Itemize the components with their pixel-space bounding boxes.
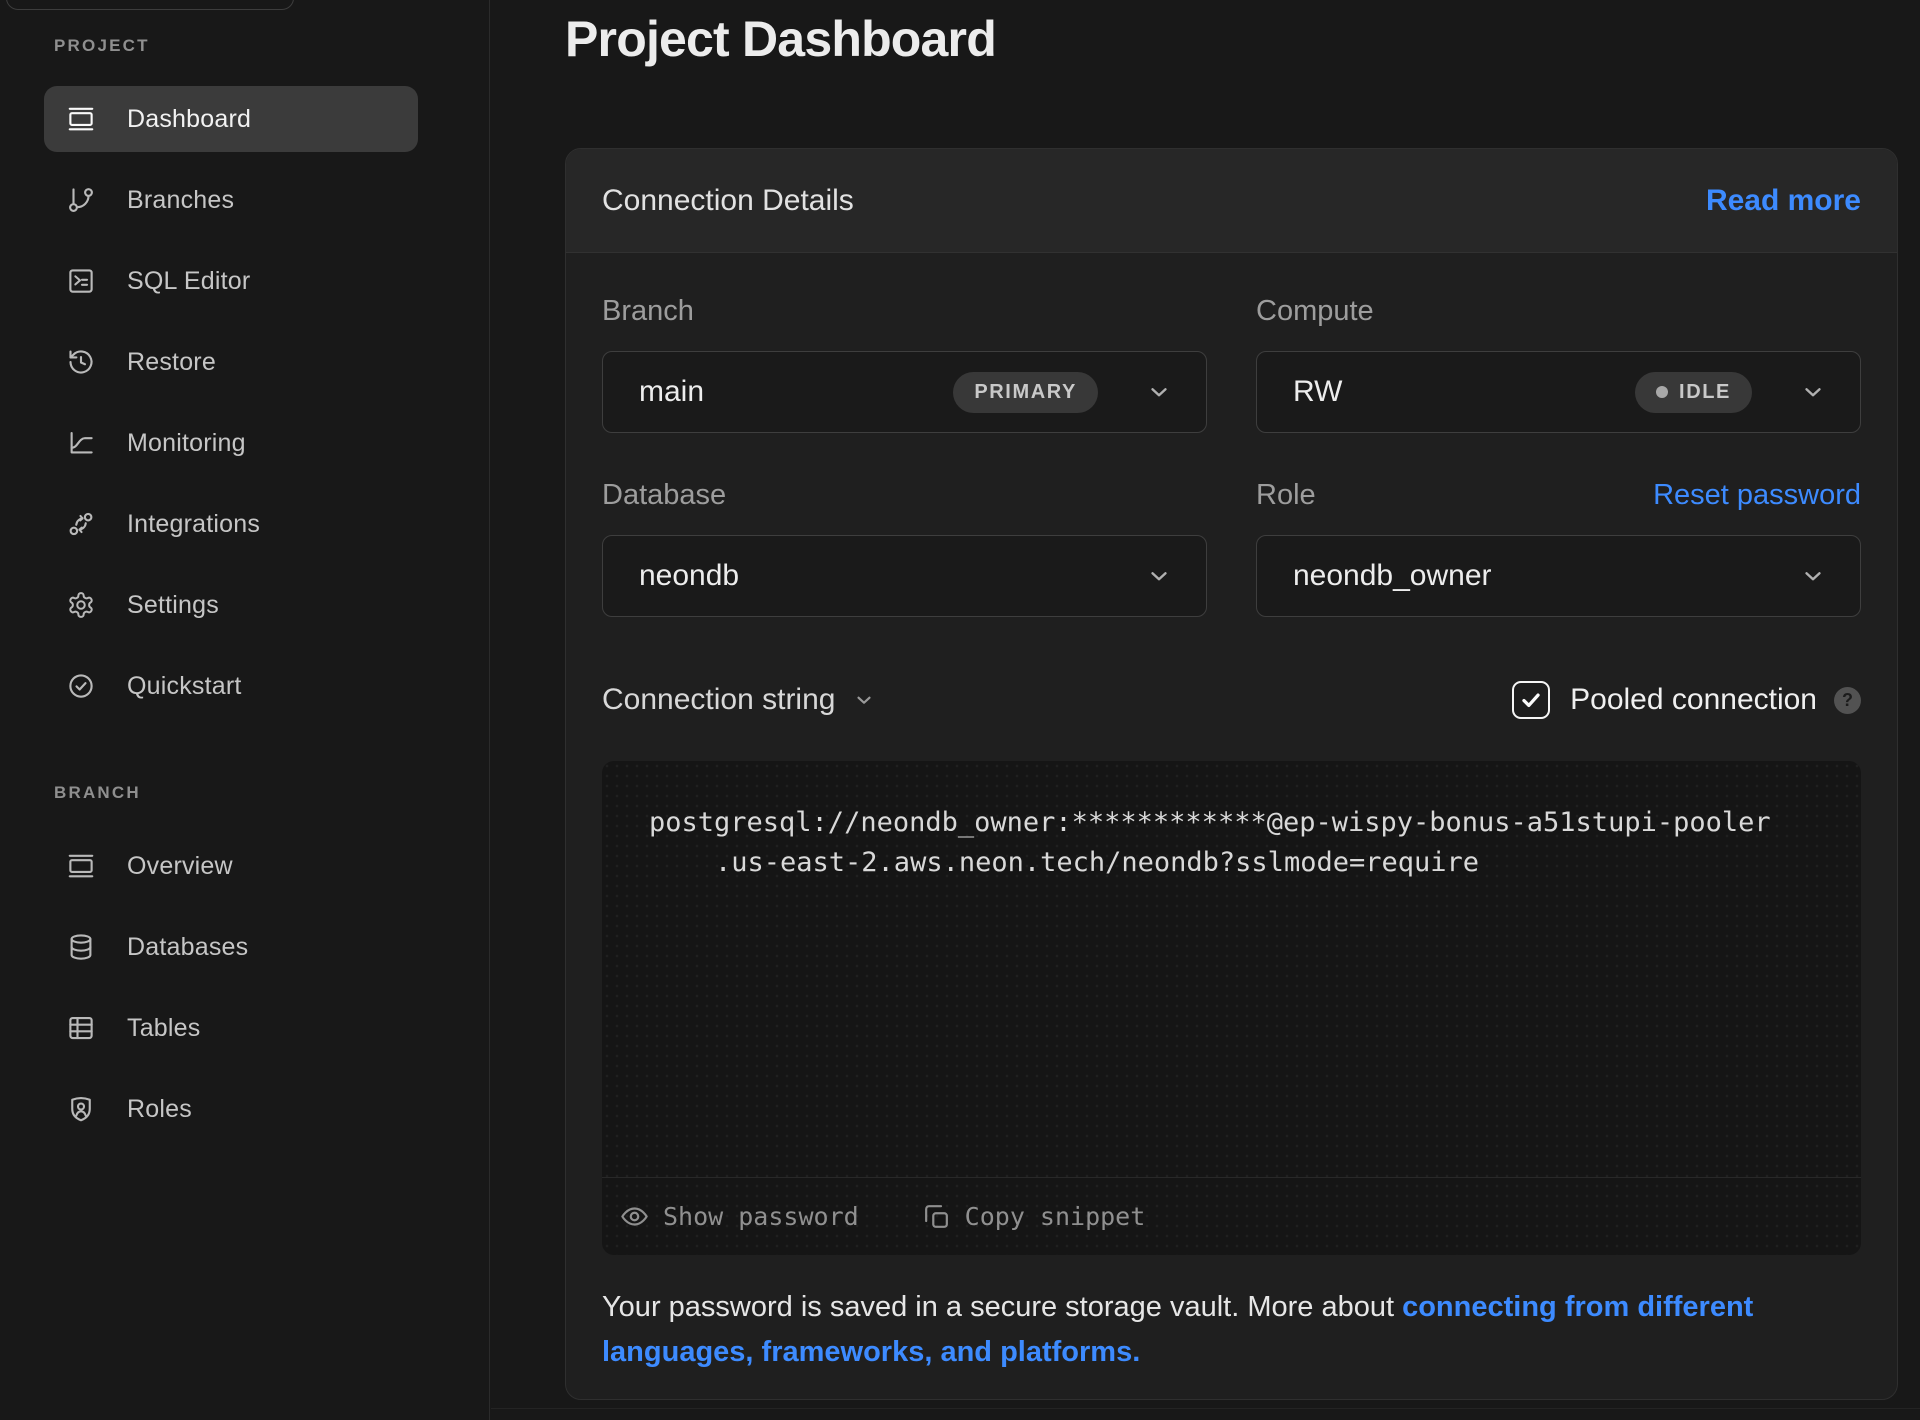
settings-icon (66, 590, 96, 620)
sidebar-item-label: Dashboard (127, 105, 251, 134)
branch-select[interactable]: main PRIMARY (602, 351, 1207, 433)
chevron-down-icon (1800, 379, 1826, 405)
monitoring-icon (66, 428, 96, 458)
sidebar-item-settings[interactable]: Settings (44, 572, 418, 638)
code-line-2: .us-east-2.aws.neon.tech/neondb?sslmode=… (649, 847, 1479, 878)
sidebar-item-label: Overview (127, 852, 233, 881)
restore-icon (66, 347, 96, 377)
copy-icon (921, 1201, 952, 1232)
database-label: Database (602, 479, 726, 512)
note-text: Your password is saved in a secure stora… (602, 1291, 1402, 1323)
primary-badge: PRIMARY (953, 372, 1098, 413)
sidebar-item-monitoring[interactable]: Monitoring (44, 410, 418, 476)
quickstart-icon (66, 671, 96, 701)
sidebar-item-label: Settings (127, 591, 219, 620)
role-select[interactable]: neondb_owner (1256, 535, 1861, 617)
sidebar-item-label: Quickstart (127, 672, 242, 701)
compute-value: RW (1293, 375, 1342, 409)
code-line-1: postgresql://neondb_owner:************@e… (649, 807, 1771, 838)
database-select[interactable]: neondb (602, 535, 1207, 617)
compute-label: Compute (1256, 295, 1374, 328)
project-selector-partial[interactable] (6, 0, 294, 10)
idle-badge: IDLE (1635, 372, 1752, 413)
integrations-icon (66, 509, 96, 539)
sidebar-item-roles[interactable]: Roles (44, 1076, 418, 1142)
sidebar-item-label: SQL Editor (127, 267, 250, 296)
connection-string-dropdown[interactable]: Connection string (602, 683, 875, 717)
compute-select[interactable]: RW IDLE (1256, 351, 1861, 433)
sidebar-item-label: Tables (127, 1014, 200, 1043)
help-icon[interactable]: ? (1834, 687, 1861, 714)
sidebar-item-sql-editor[interactable]: SQL Editor (44, 248, 418, 314)
pooled-connection-checkbox[interactable] (1512, 681, 1550, 719)
overview-icon (66, 851, 96, 881)
sidebar-item-label: Roles (127, 1095, 192, 1124)
sidebar-item-branches[interactable]: Branches (44, 167, 418, 233)
sidebar-item-label: Databases (127, 933, 248, 962)
role-field: Role Reset password neondb_owner (1256, 477, 1861, 617)
sidebar-item-label: Branches (127, 186, 234, 215)
chevron-down-icon (1146, 563, 1172, 589)
sidebar-item-label: Monitoring (127, 429, 246, 458)
bottom-divider (491, 1408, 1920, 1409)
sidebar-item-tables[interactable]: Tables (44, 995, 418, 1061)
connection-string-code-block: postgresql://neondb_owner:************@e… (602, 761, 1861, 1255)
sidebar-section-project: PROJECT (54, 36, 489, 56)
sidebar-section-branch: BRANCH (54, 783, 489, 803)
card-body: Branch main PRIMARY Compute (566, 253, 1897, 1375)
field-grid: Branch main PRIMARY Compute (602, 293, 1861, 617)
sidebar-item-label: Integrations (127, 510, 260, 539)
compute-field: Compute RW IDLE (1256, 293, 1861, 433)
databases-icon (66, 932, 96, 962)
dashboard-icon (66, 104, 96, 134)
chevron-down-icon (1800, 563, 1826, 589)
sidebar-item-overview[interactable]: Overview (44, 833, 418, 899)
card-header: Connection Details Read more (566, 149, 1897, 253)
main-content: Project Dashboard Connection Details Rea… (491, 0, 1920, 1420)
branches-icon (66, 185, 96, 215)
branch-label: Branch (602, 295, 694, 328)
eye-icon (619, 1201, 650, 1232)
database-value: neondb (639, 559, 739, 593)
chevron-down-icon (1146, 379, 1172, 405)
sidebar-item-databases[interactable]: Databases (44, 914, 418, 980)
pooled-connection-label: Pooled connection (1570, 683, 1817, 717)
sidebar-item-dashboard[interactable]: Dashboard (44, 86, 418, 152)
sidebar-item-integrations[interactable]: Integrations (44, 491, 418, 557)
branch-value: main (639, 375, 704, 409)
note-link-line1[interactable]: connecting from different (1402, 1291, 1753, 1323)
code-toolbar: Show password Copy snippet (602, 1177, 1861, 1255)
reset-password-link[interactable]: Reset password (1653, 479, 1861, 512)
password-vault-note: Your password is saved in a secure stora… (602, 1285, 1861, 1375)
copy-snippet-button[interactable]: Copy snippet (921, 1201, 1146, 1232)
connection-string-value: postgresql://neondb_owner:************@e… (602, 761, 1861, 883)
database-field: Database neondb (602, 477, 1207, 617)
sidebar-item-label: Restore (127, 348, 216, 377)
branch-field: Branch main PRIMARY (602, 293, 1207, 433)
show-password-button[interactable]: Show password (619, 1201, 859, 1232)
note-link-line2[interactable]: languages, frameworks, and platforms. (602, 1336, 1140, 1368)
connection-string-label: Connection string (602, 683, 835, 717)
connection-string-row: Connection string Pooled connection ? (602, 681, 1861, 719)
sidebar-item-quickstart[interactable]: Quickstart (44, 653, 418, 719)
tables-icon (66, 1013, 96, 1043)
roles-icon (66, 1094, 96, 1124)
card-title: Connection Details (602, 184, 854, 218)
role-value: neondb_owner (1293, 559, 1492, 593)
chevron-down-icon (853, 689, 875, 711)
sql-editor-icon (66, 266, 96, 296)
pooled-connection-group: Pooled connection ? (1512, 681, 1861, 719)
page-title: Project Dashboard (565, 10, 996, 68)
read-more-link[interactable]: Read more (1706, 184, 1861, 218)
sidebar-item-restore[interactable]: Restore (44, 329, 418, 395)
connection-details-card: Connection Details Read more Branch main… (565, 148, 1898, 1400)
sidebar: PROJECT Dashboard Branches SQL Editor Re… (0, 0, 490, 1420)
idle-dot-icon (1656, 386, 1668, 398)
role-label: Role (1256, 479, 1316, 512)
